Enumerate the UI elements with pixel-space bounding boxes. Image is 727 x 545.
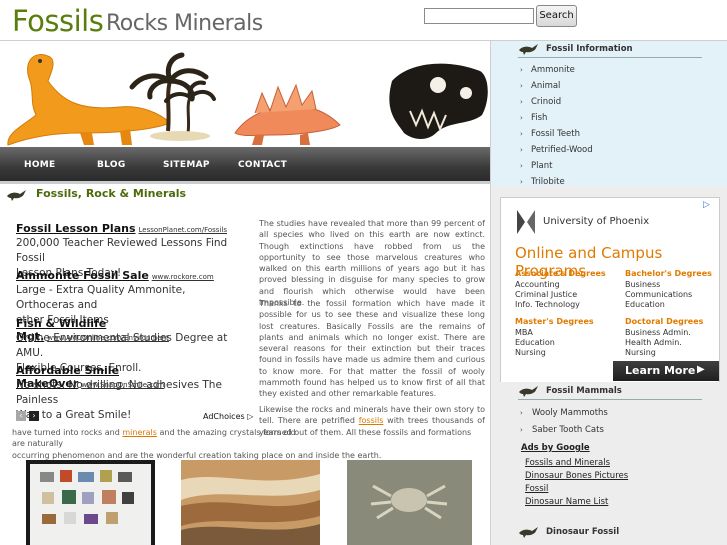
associate-degrees-title: Associate's Degrees [515,269,606,278]
ad-next-button[interactable]: › [29,411,39,421]
sidebar-item-trilobite[interactable]: Trilobite [531,177,565,187]
main-nav: HOME BLOG SITEMAP CONTACT [0,147,490,181]
sidebar-item-plant[interactable]: Plant [531,161,552,171]
bachelor-degrees-title: Bachelor's Degrees [625,269,712,278]
fossil-information-title: Fossil Information [546,44,633,54]
dinosaur-icon [519,527,538,538]
minerals-photo [26,460,155,545]
bullet-icon: › [520,426,523,434]
minerals-link[interactable]: minerals [122,428,157,437]
sidebar-item-fossil-teeth[interactable]: Fossil Teeth [531,129,580,139]
fossil-mammals-title: Fossil Mammals [546,386,622,396]
bullet-icon: › [520,146,523,154]
associate-degrees-list: Accounting Criminal Justice Info. Technolo… [515,280,580,309]
nav-sitemap[interactable]: SITEMAP [163,160,210,170]
bullet-icon: › [520,409,523,417]
dinosaur-icon [7,190,26,201]
ad-info-icon[interactable]: ▷ [703,200,710,210]
bullet-icon: › [520,162,523,170]
bullet-icon: › [520,114,523,122]
article-paragraph-2: Thanks to the fossil formation which hav… [259,299,485,399]
master-degrees-title: Master's Degrees [515,317,594,326]
phoenix-brand: University of Phoenix [543,216,650,227]
doctoral-degrees-title: Doctoral Degrees [625,317,704,326]
logo-rocks-minerals[interactable]: Rocks Minerals [106,11,263,36]
sidebar-item-animal[interactable]: Animal [531,81,560,91]
dinosaur-icon [519,386,538,397]
dinosaur-icon [519,44,538,55]
divider [518,399,702,400]
search-button[interactable]: Search [536,5,577,27]
ad-title-2[interactable]: Ammonite Fossil Sale www.rockore.com [16,269,214,282]
bullet-icon: › [520,130,523,138]
fossil-information-box [491,41,727,186]
bachelor-degrees-list: Business Communications Education [625,280,693,309]
rock-strata-photo [181,460,320,545]
bullet-icon: › [520,178,523,186]
ad-link-fossil[interactable]: Fossil [525,484,548,494]
bullet-icon: › [520,82,523,90]
hero-banner [0,41,490,147]
ad-prev-button[interactable]: ‹ [16,411,26,421]
ads-by-google-link[interactable]: Ads by Google [521,443,590,453]
main-heading: Fossils, Rock & Minerals [36,187,187,200]
sidebar-item-petrified-wood[interactable]: Petrified-Wood [531,145,593,155]
adchoices-link[interactable]: AdChoices ▷ [203,412,253,421]
doctoral-degrees-list: Business Admin. Health Admin. Nursing [625,328,691,357]
article-paragraph-1: The studies have revealed that more than… [259,219,485,308]
nav-contact[interactable]: CONTACT [238,160,287,170]
nav-divider [0,181,490,184]
university-phoenix-ad[interactable]: University of Phoenix ▷ Online and Campu… [500,197,720,383]
sidebar-item-crinoid[interactable]: Crinoid [531,97,561,107]
sidebar-item-wooly-mammoths[interactable]: Wooly Mammoths [532,408,608,418]
nav-home[interactable]: HOME [24,160,56,170]
article-paragraph-3-bottom: have turned into rocks and minerals and … [12,428,472,460]
adchoices-icon: ▷ [247,412,254,421]
hero-illustration [7,52,488,146]
master-degrees-list: MBA Education Nursing [515,328,555,357]
ad-link-fossils-minerals[interactable]: Fossils and Minerals [525,458,610,468]
sidebar-item-saber-tooth-cats[interactable]: Saber Tooth Cats [532,425,604,435]
play-arrow-icon: ▶ [697,364,705,375]
bullet-icon: › [520,66,523,74]
search-input[interactable] [424,8,534,24]
sidebar-item-fish[interactable]: Fish [531,113,547,123]
nav-blog[interactable]: BLOG [97,160,126,170]
fossil-crab-photo [347,460,472,545]
ad-link-dinosaur-bones[interactable]: Dinosaur Bones Pictures [525,471,628,481]
bullet-icon: › [520,98,523,106]
ad-title-1[interactable]: Fossil Lesson Plans LessonPlanet.com/Foss… [16,222,227,235]
learn-more-button[interactable]: Learn More ▶ [613,361,719,381]
sidebar-item-ammonite[interactable]: Ammonite [531,65,575,75]
dinosaur-fossil-title: Dinosaur Fossil [546,527,620,537]
ad-link-dinosaur-names[interactable]: Dinosaur Name List [525,497,608,507]
phoenix-logo-icon [517,210,535,234]
divider [518,57,702,58]
google-ads-block: Fossil Lesson Plans LessonPlanet.com/Foss… [16,222,246,421]
logo-fossils[interactable]: Fossils [12,4,104,38]
fossils-link[interactable]: fossils [359,416,384,425]
